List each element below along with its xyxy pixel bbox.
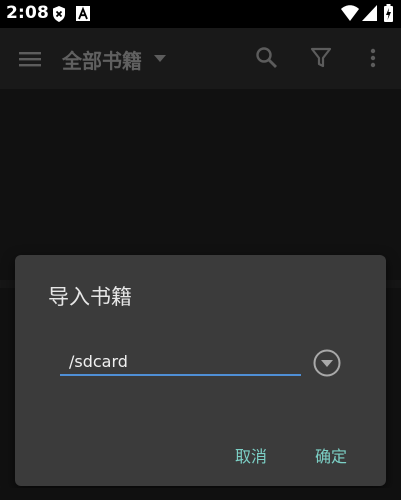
path-dropdown-icon[interactable]: [312, 348, 342, 378]
menu-icon[interactable]: [16, 45, 44, 73]
app-bar: 全部书籍: [0, 28, 401, 89]
screen: 2:08 全部书籍 导入书籍 /sdcard 取消 确定: [0, 0, 401, 500]
status-time: 2:08: [6, 3, 50, 23]
status-bar: 2:08: [0, 0, 401, 28]
book-category-selector[interactable]: 全部书籍: [62, 45, 166, 73]
battery-charging-icon: [384, 4, 393, 22]
cancel-button[interactable]: 取消: [235, 443, 267, 467]
import-books-dialog: 导入书籍 取消 确定: [15, 255, 386, 486]
filter-icon[interactable]: [309, 44, 333, 72]
chevron-down-icon: [154, 55, 166, 62]
shield-x-icon: [53, 6, 65, 22]
page-title: 全部书籍: [62, 48, 142, 73]
wifi-icon: [341, 5, 359, 21]
signal-icon: [362, 5, 377, 21]
a-badge-icon: [76, 6, 90, 21]
path-input[interactable]: [60, 348, 301, 376]
bottom-strip: [0, 488, 401, 500]
dialog-title: 导入书籍: [48, 285, 132, 309]
ok-button[interactable]: 确定: [315, 443, 347, 467]
more-vert-icon[interactable]: [366, 44, 380, 72]
search-icon[interactable]: [254, 44, 280, 72]
